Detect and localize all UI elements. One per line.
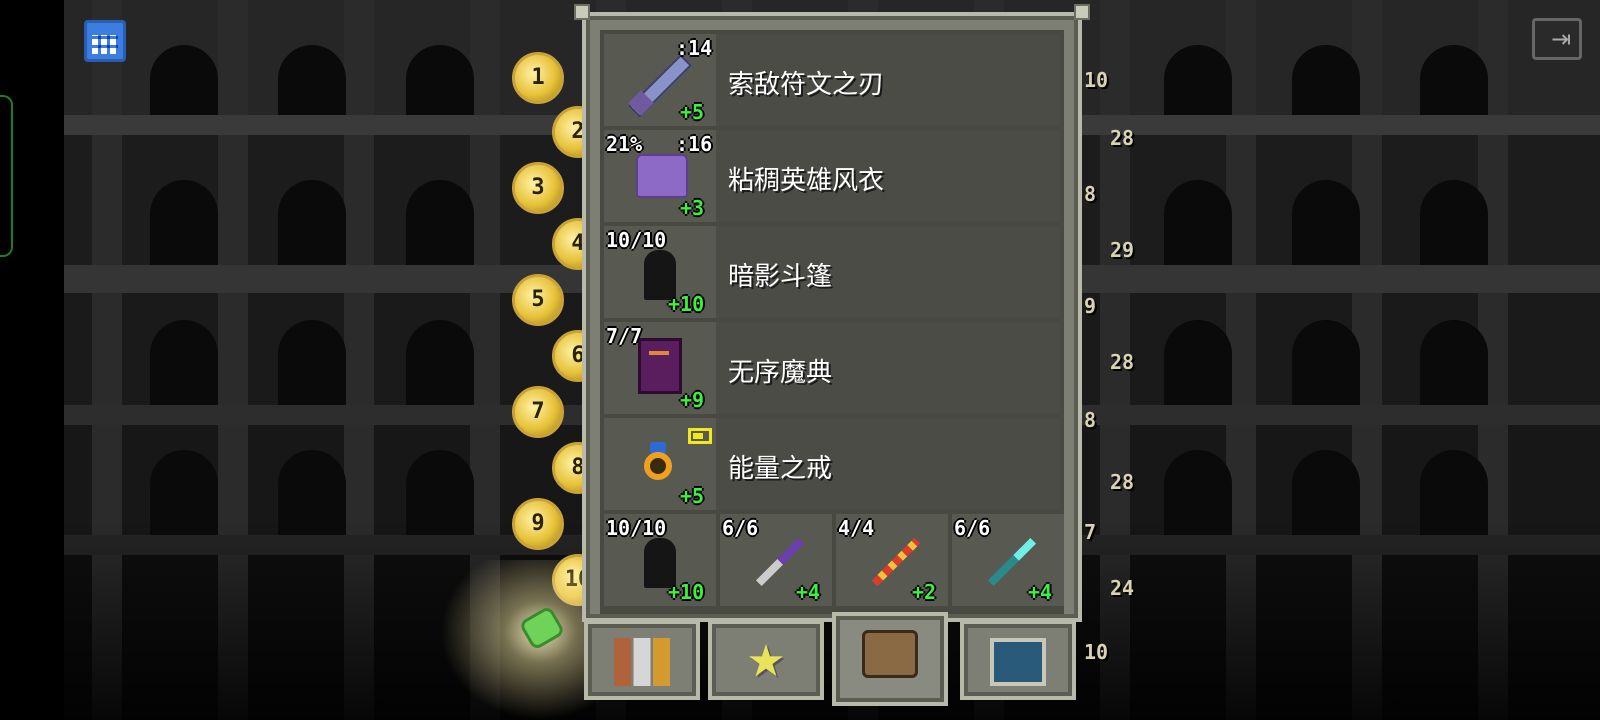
score-value: 8 <box>1084 182 1097 206</box>
item-upgrade: +5 <box>680 484 705 508</box>
score-value: 10 <box>1084 640 1109 664</box>
item-charge: 10/10 <box>606 516 667 540</box>
item-upgrade: +5 <box>680 100 705 124</box>
score-value: 28 <box>1110 470 1135 494</box>
item-upgrade: +9 <box>680 388 705 412</box>
score-value: 8 <box>1084 408 1097 432</box>
item-name: 能量之戒 <box>728 454 833 484</box>
item-level: :14 <box>676 36 713 60</box>
item-charge: 10/10 <box>606 228 667 252</box>
quickslot[interactable]: 10/10 +10 <box>604 514 716 606</box>
item-level: :16 <box>676 132 713 156</box>
edge-handle <box>0 95 13 257</box>
score-value: 28 <box>1110 350 1135 374</box>
equip-row-armor[interactable]: 21% :16 +3 粘稠英雄风衣 <box>604 130 1060 222</box>
star-icon: ★ <box>746 636 786 687</box>
item-upgrade: +10 <box>668 580 705 604</box>
quickslot[interactable]: 4/4 +2 <box>836 514 948 606</box>
weapon-slot[interactable]: :14 +5 <box>604 34 716 126</box>
item-charge: 6/6 <box>722 516 759 540</box>
quickslot[interactable]: 6/6 +4 <box>952 514 1064 606</box>
backpack-icon <box>862 630 918 678</box>
score-value: 10 <box>1084 68 1109 92</box>
inventory-tab[interactable] <box>832 612 948 706</box>
ring-icon <box>644 452 672 480</box>
armor-slot[interactable]: 21% :16 +3 <box>604 130 716 222</box>
purple-wand-icon <box>755 537 805 587</box>
item-upgrade: +2 <box>912 580 937 604</box>
score-value: 28 <box>1110 126 1135 150</box>
book-icon <box>638 338 682 394</box>
score-value: 24 <box>1110 576 1135 600</box>
item-charge: 6/6 <box>954 516 991 540</box>
rank-badge[interactable]: 3 <box>512 162 564 214</box>
item-name: 粘稠英雄风衣 <box>728 166 885 196</box>
equip-row-artifact[interactable]: 10/10 +10 暗影斗篷 <box>604 226 1060 318</box>
item-upgrade: +4 <box>1028 580 1053 604</box>
rank-badge[interactable]: 1 <box>512 52 564 104</box>
equip-row-misc[interactable]: 7/7 +9 无序魔典 <box>604 322 1060 414</box>
equip-row-ring[interactable]: +5 能量之戒 <box>604 418 1060 510</box>
item-name: 暗影斗篷 <box>728 262 833 292</box>
quickslot-row: 10/10 +10 6/6 +4 4/4 +2 6/6 +4 <box>604 514 1064 606</box>
robe-icon <box>636 154 688 198</box>
score-value: 7 <box>1084 520 1097 544</box>
misc-slot[interactable]: 7/7 +9 <box>604 322 716 414</box>
artifact-slot[interactable]: 10/10 +10 <box>604 226 716 318</box>
frost-wand-icon <box>987 537 1037 587</box>
calendar-icon[interactable] <box>84 20 126 62</box>
rank-badge[interactable]: 5 <box>512 274 564 326</box>
badges-tab[interactable]: ★ <box>708 620 824 700</box>
ring-slot[interactable]: +5 <box>604 418 716 510</box>
rank-badge[interactable]: 7 <box>512 386 564 438</box>
score-value: 29 <box>1110 238 1135 262</box>
inventory-panel: :14 +5 索敌符文之刃 21% :16 +3 粘稠英雄风衣 10/10 +1… <box>574 4 1090 622</box>
exit-arrow: ⇥ <box>1551 25 1572 53</box>
item-name: 索敌符文之刃 <box>728 70 885 100</box>
journal-icon <box>990 638 1046 686</box>
item-upgrade: +4 <box>796 580 821 604</box>
item-charge: 7/7 <box>606 324 643 348</box>
exit-icon[interactable]: ⇥ <box>1532 18 1582 60</box>
journal-tab[interactable] <box>960 620 1076 700</box>
battery-icon <box>688 428 712 444</box>
item-name: 无序魔典 <box>728 358 833 388</box>
rank-badge[interactable]: 9 <box>512 498 564 550</box>
quickslot[interactable]: 6/6 +4 <box>720 514 832 606</box>
item-charge: 4/4 <box>838 516 875 540</box>
item-upgrade: +3 <box>680 196 705 220</box>
stats-tab[interactable] <box>584 620 700 700</box>
equip-row-weapon[interactable]: :14 +5 索敌符文之刃 <box>604 34 1060 126</box>
item-upgrade: +10 <box>668 292 705 316</box>
fire-wand-icon <box>871 537 921 587</box>
item-charge: 21% <box>606 132 643 156</box>
bar-chart-icon <box>614 638 670 686</box>
score-value: 9 <box>1084 294 1097 318</box>
